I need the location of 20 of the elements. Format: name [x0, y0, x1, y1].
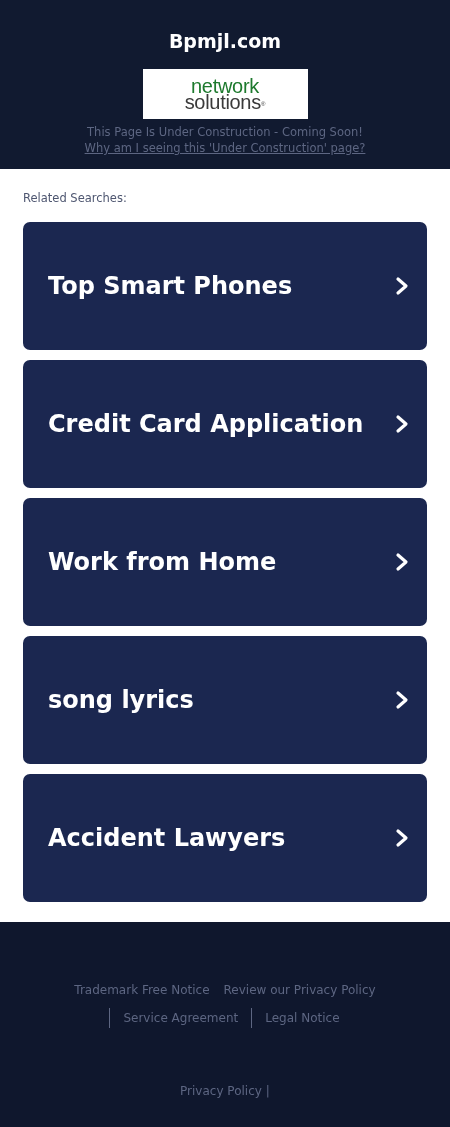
chevron-right-icon — [395, 828, 409, 848]
search-link-card[interactable]: Work from Home — [23, 498, 427, 626]
chevron-right-icon — [395, 690, 409, 710]
footer-link[interactable]: Legal Notice — [251, 1008, 347, 1028]
footer-link[interactable]: Trademark Free Notice — [67, 980, 217, 1000]
separator: | — [265, 1084, 270, 1098]
search-link-card[interactable]: Top Smart Phones — [23, 222, 427, 350]
search-link-card[interactable]: Credit Card Application — [23, 360, 427, 488]
chevron-right-icon — [395, 552, 409, 572]
footer-link[interactable]: Review our Privacy Policy — [216, 980, 383, 1000]
footer-link[interactable]: Service Agreement — [109, 1008, 246, 1028]
search-link-card[interactable]: song lyrics — [23, 636, 427, 764]
chevron-right-icon — [395, 414, 409, 434]
construction-notice: This Page Is Under Construction - Coming Soon! — [87, 125, 363, 140]
privacy-policy-link[interactable]: Privacy Policy — [180, 1084, 262, 1098]
site-title: Bpmjl.com — [168, 30, 282, 52]
search-link-card[interactable]: Accident Lawyers — [23, 774, 427, 902]
chevron-right-icon — [395, 276, 409, 296]
explanation-link[interactable]: Why am I seeing this 'Under Construction' page? — [84, 140, 366, 157]
related-searches-heading: Related Searches: — [23, 191, 128, 205]
